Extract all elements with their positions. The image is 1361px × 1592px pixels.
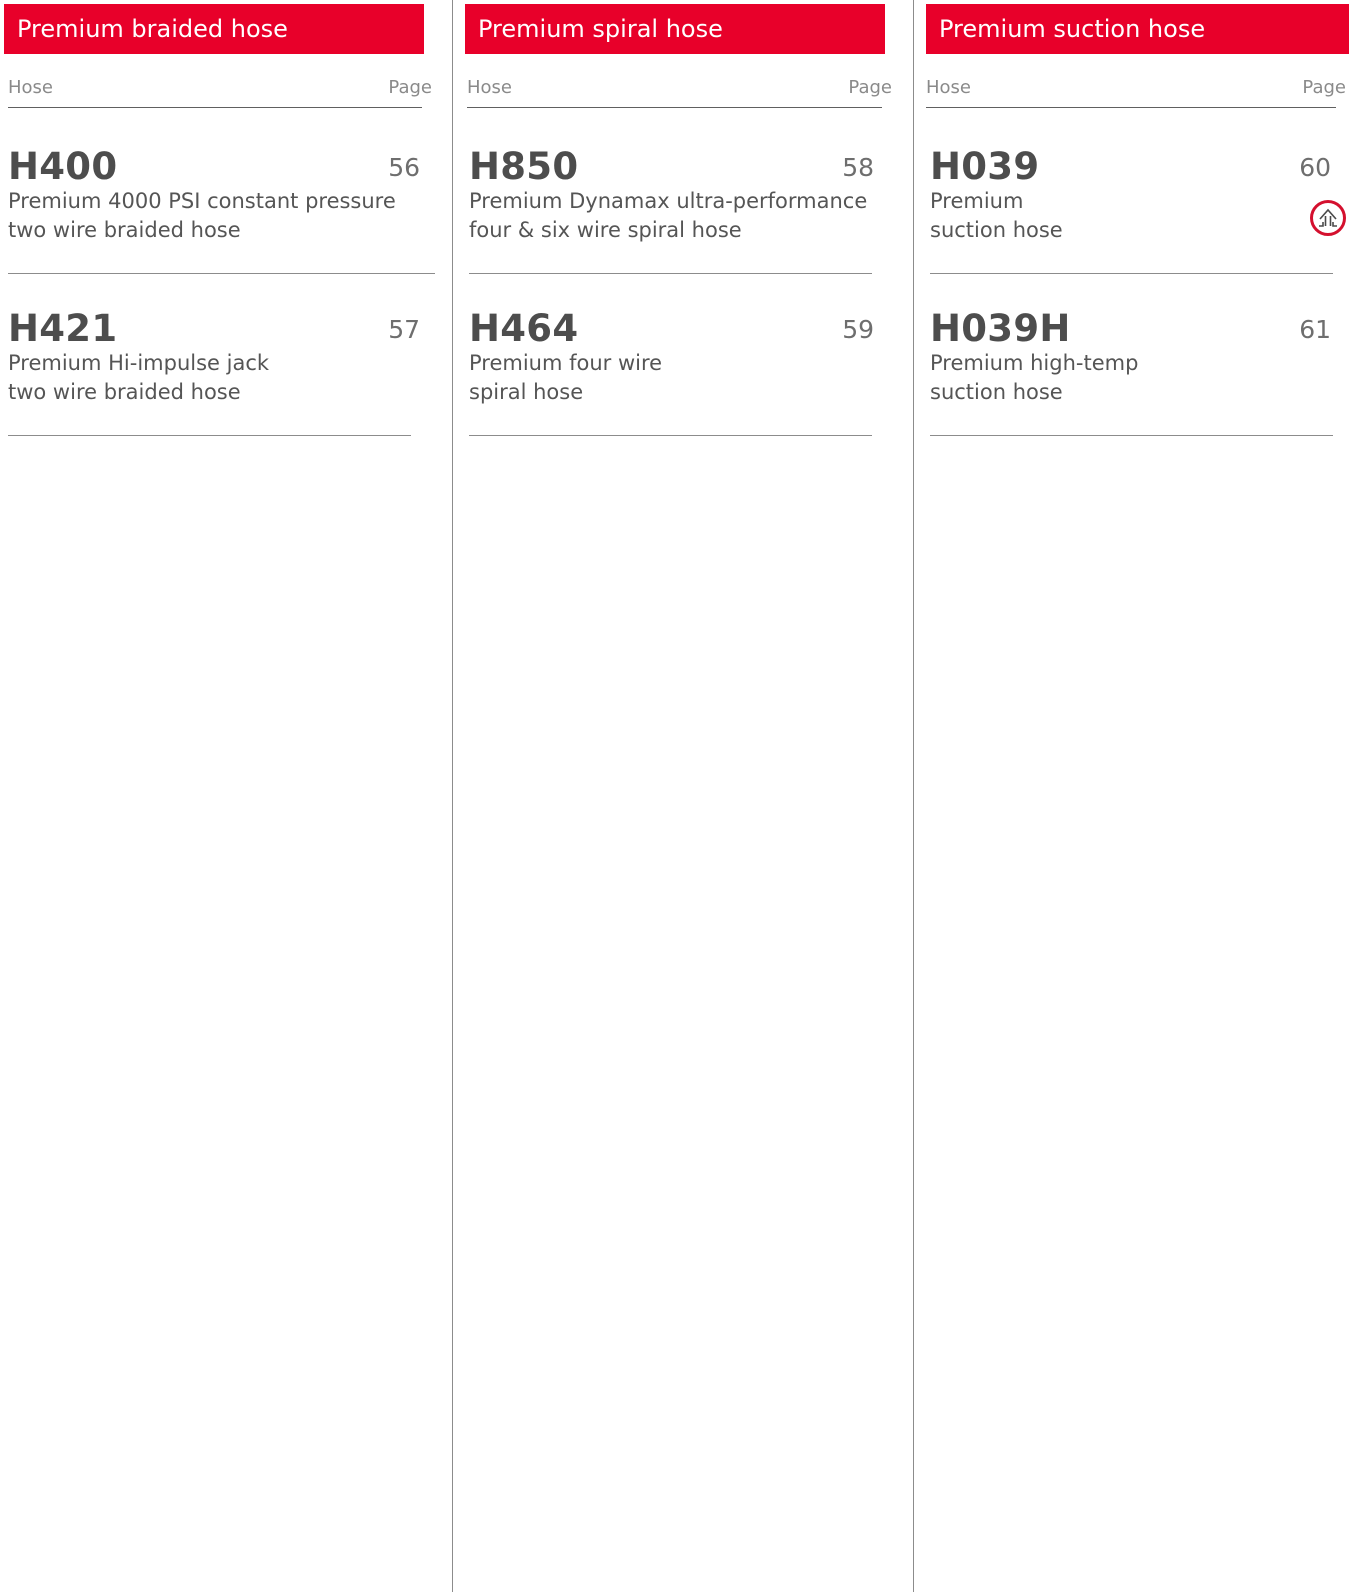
braided-hose-column: Premium braided hose Hose Page H400 56 P… [0, 0, 452, 1592]
description-line: four & six wire spiral hose [469, 218, 742, 242]
entry-divider [8, 435, 411, 436]
column-header: Hose Page [467, 76, 892, 108]
suction-arrow-badge-icon [1310, 200, 1346, 236]
suction-hose-column: Premium suction hose Hose Page H039 60 P… [914, 0, 1361, 1592]
hose-column-label: Hose [8, 77, 53, 98]
hose-code: H464 [469, 307, 579, 350]
description-line: Premium 4000 PSI constant pressure [8, 189, 396, 213]
section-title: Premium braided hose [4, 4, 424, 54]
hose-description: Premium suction hose [930, 187, 1063, 245]
description-line: Premium Hi-impulse jack [8, 351, 270, 375]
hose-code: H421 [8, 307, 118, 350]
entry-divider [930, 273, 1333, 274]
entry-divider [469, 435, 872, 436]
hose-column-label: Hose [467, 77, 512, 98]
description-line: Premium high-temp [930, 351, 1139, 375]
page-column-label: Page [388, 77, 432, 98]
page-number: 56 [388, 153, 420, 182]
column-header: Hose Page [926, 76, 1346, 108]
description-line: suction hose [930, 218, 1063, 242]
hose-description: Premium four wire spiral hose [469, 349, 662, 407]
section-title: Premium suction hose [926, 4, 1349, 54]
page-number: 58 [842, 153, 874, 182]
hose-description: Premium Hi-impulse jack two wire braided… [8, 349, 269, 407]
page-column-label: Page [848, 77, 892, 98]
page-number: 57 [388, 315, 420, 344]
hose-description: Premium Dynamax ultra-performance four &… [469, 187, 867, 245]
column-header: Hose Page [8, 76, 432, 108]
hose-description: Premium high-temp suction hose [930, 349, 1138, 407]
entry-divider [930, 435, 1333, 436]
description-line: two wire braided hose [8, 380, 241, 404]
page-number: 60 [1299, 153, 1331, 182]
hose-column-label: Hose [926, 77, 971, 98]
description-line: Premium Dynamax ultra-performance [469, 189, 868, 213]
hose-code: H850 [469, 145, 579, 188]
hose-code: H039H [930, 307, 1071, 350]
description-line: Premium four wire [469, 351, 663, 375]
entry-divider [469, 273, 872, 274]
page-column-label: Page [1302, 77, 1346, 98]
description-line: spiral hose [469, 380, 584, 404]
hose-description: Premium 4000 PSI constant pressure two w… [8, 187, 396, 245]
hose-code: H039 [930, 145, 1040, 188]
page-number: 59 [842, 315, 874, 344]
description-line: suction hose [930, 380, 1063, 404]
description-line: two wire braided hose [8, 218, 241, 242]
description-line: Premium [930, 189, 1024, 213]
section-title: Premium spiral hose [465, 4, 885, 54]
hose-code: H400 [8, 145, 118, 188]
page-number: 61 [1299, 315, 1331, 344]
entry-divider [8, 273, 435, 274]
spiral-hose-column: Premium spiral hose Hose Page H850 58 Pr… [453, 0, 913, 1592]
